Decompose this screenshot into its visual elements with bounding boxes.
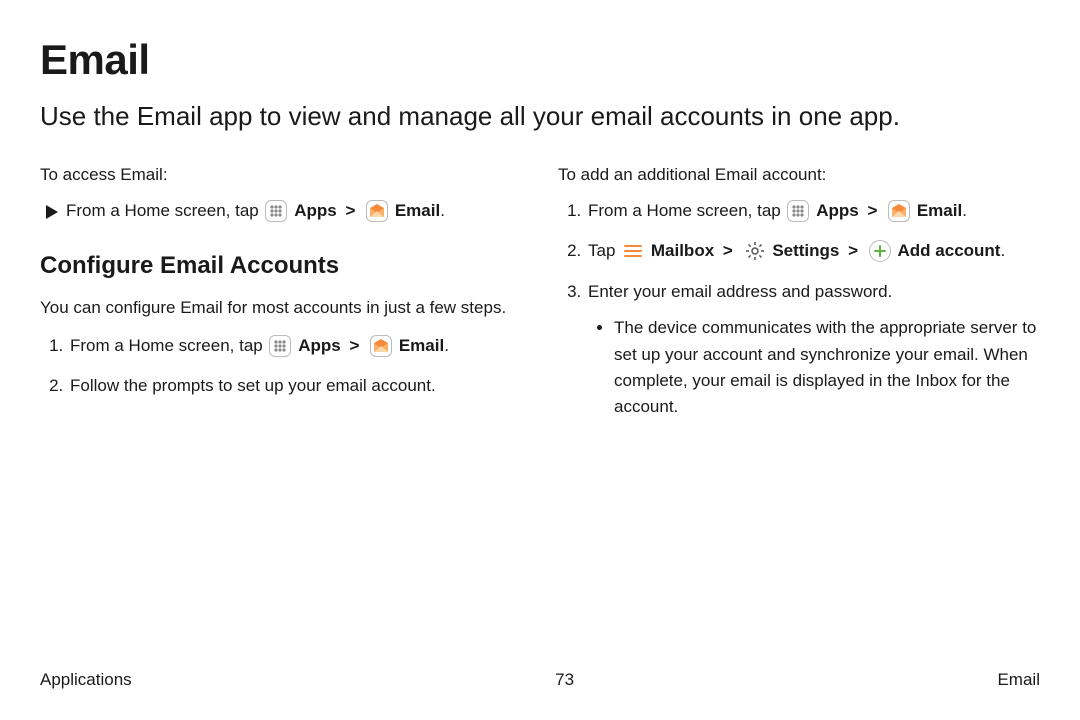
page-footer: Applications 73 Email	[40, 670, 1040, 690]
footer-page-number: 73	[555, 670, 574, 690]
period: .	[444, 336, 449, 355]
email-label: Email	[399, 336, 444, 355]
right-step3-text: Enter your email address and password.	[588, 282, 892, 301]
caret: >	[867, 201, 877, 220]
apps-label: Apps	[294, 201, 337, 220]
mailbox-icon	[622, 240, 644, 262]
email-icon	[888, 200, 910, 222]
right-column: To add an additional Email account: From…	[558, 162, 1040, 435]
period: .	[962, 201, 967, 220]
email-icon	[370, 335, 392, 357]
add-account-label: Add account	[898, 241, 1001, 260]
period: .	[440, 201, 445, 220]
settings-label: Settings	[772, 241, 839, 260]
caret: >	[349, 336, 359, 355]
configure-heading: Configure Email Accounts	[40, 247, 522, 284]
right-step-2: Tap Mailbox > Settings > Add account.	[586, 238, 1040, 264]
email-label: Email	[395, 201, 440, 220]
email-icon	[366, 200, 388, 222]
apps-label: Apps	[298, 336, 341, 355]
left-column: To access Email: From a Home screen, tap…	[40, 162, 522, 435]
apps-icon	[787, 200, 809, 222]
right-step-1: From a Home screen, tap Apps > Email.	[586, 198, 1040, 224]
access-prefix: From a Home screen, tap	[66, 201, 263, 220]
right-step3-sub: The device communicates with the appropr…	[614, 315, 1040, 420]
mailbox-label: Mailbox	[651, 241, 714, 260]
settings-icon	[744, 240, 766, 262]
configure-desc: You can configure Email for most account…	[40, 295, 522, 321]
right-step1-prefix: From a Home screen, tap	[588, 201, 785, 220]
add-label: To add an additional Email account:	[558, 162, 1040, 188]
caret: >	[345, 201, 355, 220]
footer-left: Applications	[40, 670, 132, 690]
period: .	[1000, 241, 1005, 260]
email-label: Email	[917, 201, 962, 220]
add-account-icon	[869, 240, 891, 262]
triangle-icon	[46, 201, 58, 227]
apps-icon	[269, 335, 291, 357]
intro-text: Use the Email app to view and manage all…	[40, 100, 1040, 134]
apps-icon	[265, 200, 287, 222]
access-label: To access Email:	[40, 162, 522, 188]
left-step-1: From a Home screen, tap Apps > Email.	[68, 333, 522, 359]
right-step2-prefix: Tap	[588, 241, 620, 260]
apps-label: Apps	[816, 201, 859, 220]
caret: >	[848, 241, 858, 260]
left-step-2: Follow the prompts to set up your email …	[68, 373, 522, 399]
left-step1-prefix: From a Home screen, tap	[70, 336, 267, 355]
right-step-3: Enter your email address and password. T…	[586, 279, 1040, 421]
footer-right: Email	[997, 670, 1040, 690]
caret: >	[723, 241, 733, 260]
access-step: From a Home screen, tap Apps > Email.	[40, 198, 522, 227]
page-title: Email	[40, 36, 1040, 84]
